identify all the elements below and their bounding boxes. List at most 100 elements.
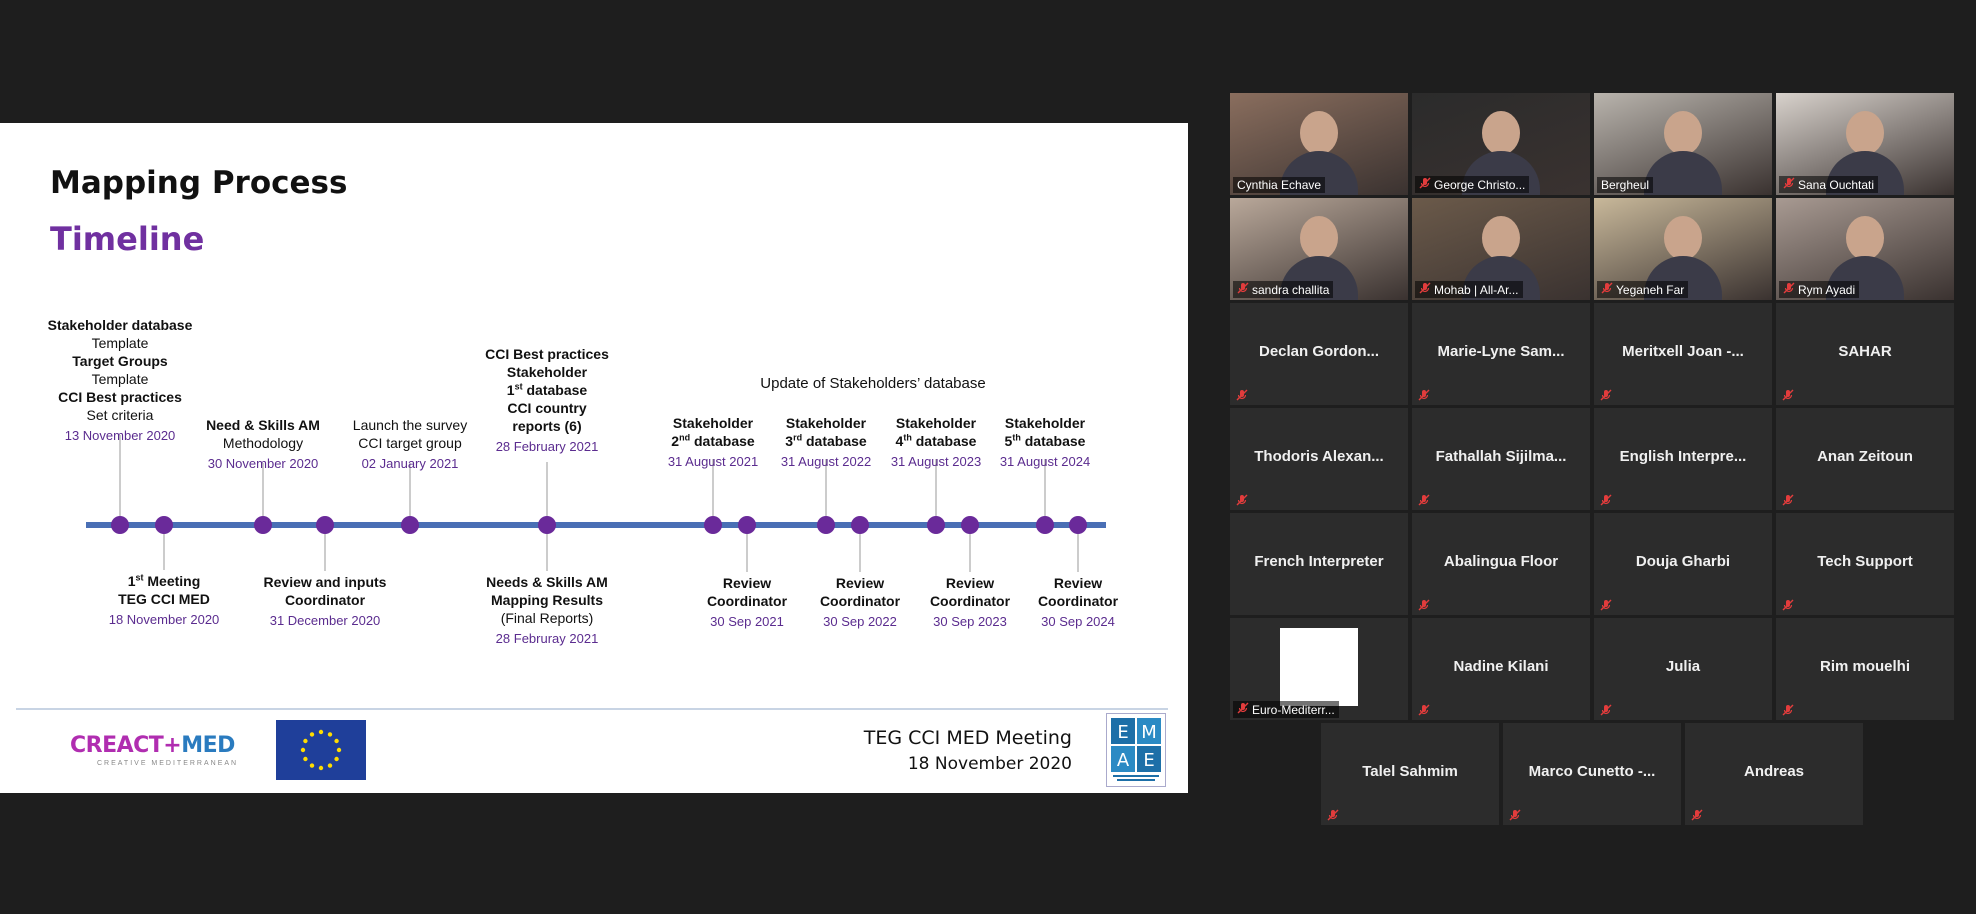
participant-tile[interactable]: sandra challita — [1230, 198, 1408, 300]
participant-tile[interactable]: Douja Gharbi — [1594, 513, 1772, 615]
participant-name: SAHAR — [1838, 343, 1892, 360]
milestone-text: Template — [91, 335, 149, 351]
eu-star — [318, 765, 324, 771]
milestone-text: 5th database — [1004, 432, 1086, 449]
milestone-date: 30 Sep 2021 — [710, 614, 784, 629]
participant-tile[interactable]: Marco Cunetto -... — [1503, 723, 1681, 825]
eu-star — [309, 763, 315, 768]
milestone-dot — [538, 516, 556, 534]
participant-tile[interactable]: Bergheul — [1594, 93, 1772, 195]
milestone-text: Template — [91, 371, 149, 387]
milestone-date: 30 Sep 2023 — [933, 614, 1007, 629]
participant-name: Julia — [1665, 658, 1701, 675]
participant-name: Euro-Mediterr... — [1233, 701, 1339, 718]
eu-star — [327, 732, 333, 737]
participant-tile[interactable]: Sana Ouchtati — [1776, 93, 1954, 195]
eu-star — [303, 738, 308, 744]
muted-mic-icon — [1236, 388, 1248, 401]
milestone-dot — [961, 516, 979, 534]
participant-tile[interactable]: Meritxell Joan -... — [1594, 303, 1772, 405]
participant-tile[interactable]: English Interpre... — [1594, 408, 1772, 510]
milestone-dot — [1069, 516, 1087, 534]
milestone-text: Methodology — [222, 435, 304, 451]
muted-mic-icon — [1418, 598, 1430, 611]
milestone-bottom-5: Review Coordinator 30 Sep 2023 — [930, 574, 1010, 631]
participant-tile[interactable]: George Christo... — [1412, 93, 1590, 195]
milestone-text: Stakeholder — [672, 415, 754, 431]
milestone-text: Launch the survey — [352, 417, 468, 433]
participant-tile[interactable]: Fathallah Sijilma... — [1412, 408, 1590, 510]
participant-name: Meritxell Joan -... — [1622, 343, 1744, 360]
slide-subtitle: Timeline — [50, 220, 205, 258]
participant-name-text: Bergheul — [1601, 178, 1650, 192]
milestone-bottom-2: Needs & Skills AM Mapping Results (Final R… — [486, 573, 608, 648]
participant-tile[interactable]: Tech Support — [1776, 513, 1954, 615]
milestone-text: 4th database — [895, 432, 977, 449]
milestone-dot — [704, 516, 722, 534]
milestone-top-6: Stakeholder 4th database 31 August 2023 — [891, 414, 981, 471]
muted-mic-icon — [1237, 282, 1249, 297]
participant-tile[interactable]: Julia — [1594, 618, 1772, 720]
milestone-date: 31 August 2024 — [999, 454, 1091, 469]
milestone-top-1: Need & Skills AM Methodology 30 November 2… — [206, 416, 320, 473]
participant-name: George Christo... — [1415, 176, 1530, 193]
participant-tile[interactable]: Anan Zeitoun — [1776, 408, 1954, 510]
participant-tile[interactable]: Rim mouelhi — [1776, 618, 1954, 720]
eu-star — [300, 747, 306, 753]
muted-mic-icon — [1419, 177, 1431, 192]
participant-name: Sana Ouchtati — [1779, 176, 1879, 193]
footer-date: 18 November 2020 — [907, 754, 1072, 774]
participant-tile[interactable]: Marie-Lyne Sam... — [1412, 303, 1590, 405]
milestone-text: CCI country — [507, 400, 587, 416]
milestone-top-2: Launch the survey CCI target group 02 Janu… — [353, 416, 467, 473]
eu-star — [318, 729, 324, 735]
logo-word-creact: CREACT — [70, 733, 164, 758]
participant-tile[interactable]: Talel Sahmim — [1321, 723, 1499, 825]
milestone-date: 31 August 2023 — [890, 454, 982, 469]
muted-mic-icon — [1418, 703, 1430, 716]
eu-flag-icon — [276, 720, 366, 780]
logo-plus-icon: + — [163, 733, 182, 758]
muted-mic-icon — [1600, 598, 1612, 611]
milestone-dot — [738, 516, 756, 534]
muted-mic-icon — [1418, 493, 1430, 506]
svg-text:E: E — [1143, 750, 1154, 771]
milestone-bottom-4: Review Coordinator 30 Sep 2022 — [820, 574, 900, 631]
muted-mic-icon — [1419, 282, 1431, 297]
participant-name-text: Mohab | All-Ar... — [1434, 282, 1519, 297]
milestone-text: Need & Skills AM — [206, 417, 320, 433]
milestone-dot — [851, 516, 869, 534]
participant-name-text: Euro-Mediterr... — [1252, 702, 1335, 717]
participant-tile[interactable]: Yeganeh Far — [1594, 198, 1772, 300]
milestone-text: 1st database — [506, 381, 588, 398]
milestone-date: 02 January 2021 — [361, 456, 459, 471]
participant-name: Rym Ayadi — [1779, 281, 1860, 298]
participant-tile[interactable]: French Interpreter — [1230, 513, 1408, 615]
participant-name-text: Rym Ayadi — [1798, 282, 1856, 297]
participant-tile[interactable]: SAHAR — [1776, 303, 1954, 405]
milestone-text: 1st Meeting — [127, 572, 201, 589]
milestone-text: 3rd database — [785, 432, 867, 449]
participant-tile[interactable]: Abalingua Floor — [1412, 513, 1590, 615]
milestone-bottom-1: Review and inputs Coordinator 31 December … — [264, 573, 387, 630]
milestone-text: Stakeholder — [1004, 415, 1086, 431]
participant-tile[interactable]: Rym Ayadi — [1776, 198, 1954, 300]
milestone-dot — [1036, 516, 1054, 534]
participant-tile[interactable]: Thodoris Alexan... — [1230, 408, 1408, 510]
milestone-text: TEG CCI MED — [118, 591, 210, 607]
milestone-dot — [927, 516, 945, 534]
participant-tile[interactable]: Andreas — [1685, 723, 1863, 825]
milestone-text: Stakeholder — [506, 364, 588, 380]
milestone-bottom-0: 1st Meeting TEG CCI MED 18 November 2020 — [109, 572, 220, 629]
emea-logo-icon: E M A E — [1106, 713, 1166, 787]
participant-tile[interactable]: Euro-Mediterr... — [1230, 618, 1408, 720]
participant-tile[interactable]: Mohab | All-Ar... — [1412, 198, 1590, 300]
milestone-date: 30 Sep 2024 — [1041, 614, 1115, 629]
participant-tile[interactable]: Nadine Kilani — [1412, 618, 1590, 720]
milestone-bottom-6: Review Coordinator 30 Sep 2024 — [1038, 574, 1118, 631]
participant-name: Tech Support — [1817, 553, 1913, 570]
participant-tile[interactable]: Cynthia Echave — [1230, 93, 1408, 195]
milestone-top-7: Stakeholder 5th database 31 August 2024 — [1000, 414, 1090, 471]
participant-tile[interactable]: Declan Gordon... — [1230, 303, 1408, 405]
muted-mic-icon — [1782, 493, 1794, 506]
